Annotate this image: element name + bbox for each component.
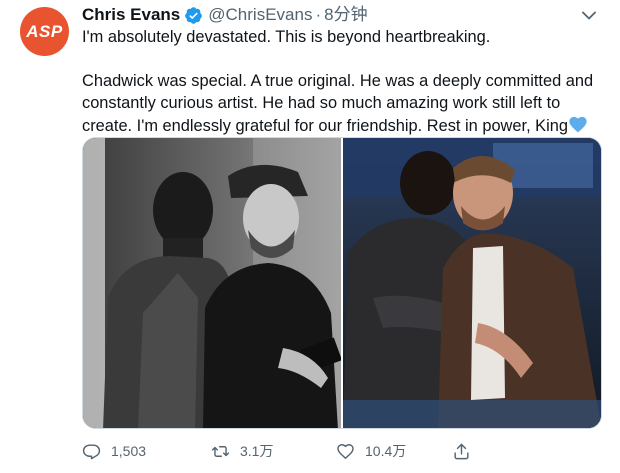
like-count: 10.4万	[365, 443, 407, 459]
photo-right[interactable]	[343, 138, 601, 428]
author-name[interactable]: Chris Evans	[82, 4, 180, 26]
photo-left-image	[83, 138, 341, 428]
photo-left[interactable]	[83, 138, 341, 428]
verified-badge-icon	[185, 6, 203, 24]
avatar[interactable]: ASP	[20, 7, 69, 56]
photo-right-image	[343, 138, 601, 428]
tweet-actions: 1,503 3.1万 10.4万	[82, 440, 522, 462]
retweet-icon	[211, 445, 230, 457]
chevron-down-icon	[582, 11, 596, 19]
like-icon	[337, 443, 354, 459]
tweet-media[interactable]	[82, 137, 602, 429]
tweet-line-2: Chadwick was special. A true original. H…	[82, 70, 607, 138]
reply-button[interactable]: 1,503	[82, 440, 211, 462]
reply-count: 1,503	[111, 443, 147, 459]
tweet-line-1: I'm absolutely devastated. This is beyon…	[82, 28, 491, 46]
blue-heart-icon	[569, 116, 587, 132]
tweet-timestamp[interactable]: 8分钟	[324, 4, 367, 26]
share-icon	[454, 443, 469, 459]
author-handle[interactable]: @ChrisEvans	[208, 4, 312, 26]
tweet-header: Chris Evans @ChrisEvans · 8分钟	[82, 4, 368, 26]
share-button[interactable]	[452, 440, 492, 462]
avatar-label: ASP	[26, 21, 63, 41]
tweet-text: I'm absolutely devastated. This is beyon…	[82, 26, 607, 137]
header-separator: ·	[315, 5, 322, 24]
tweet-card: ASP Chris Evans @ChrisEvans · 8分钟 I'm ab…	[0, 0, 620, 473]
reply-icon	[82, 443, 101, 459]
tweet-line-2-text: Chadwick was special. A true original. H…	[82, 71, 594, 135]
like-button[interactable]: 10.4万	[336, 440, 452, 462]
retweet-button[interactable]: 3.1万	[211, 440, 336, 462]
more-options-button[interactable]	[578, 6, 600, 24]
retweet-count: 3.1万	[240, 443, 274, 459]
